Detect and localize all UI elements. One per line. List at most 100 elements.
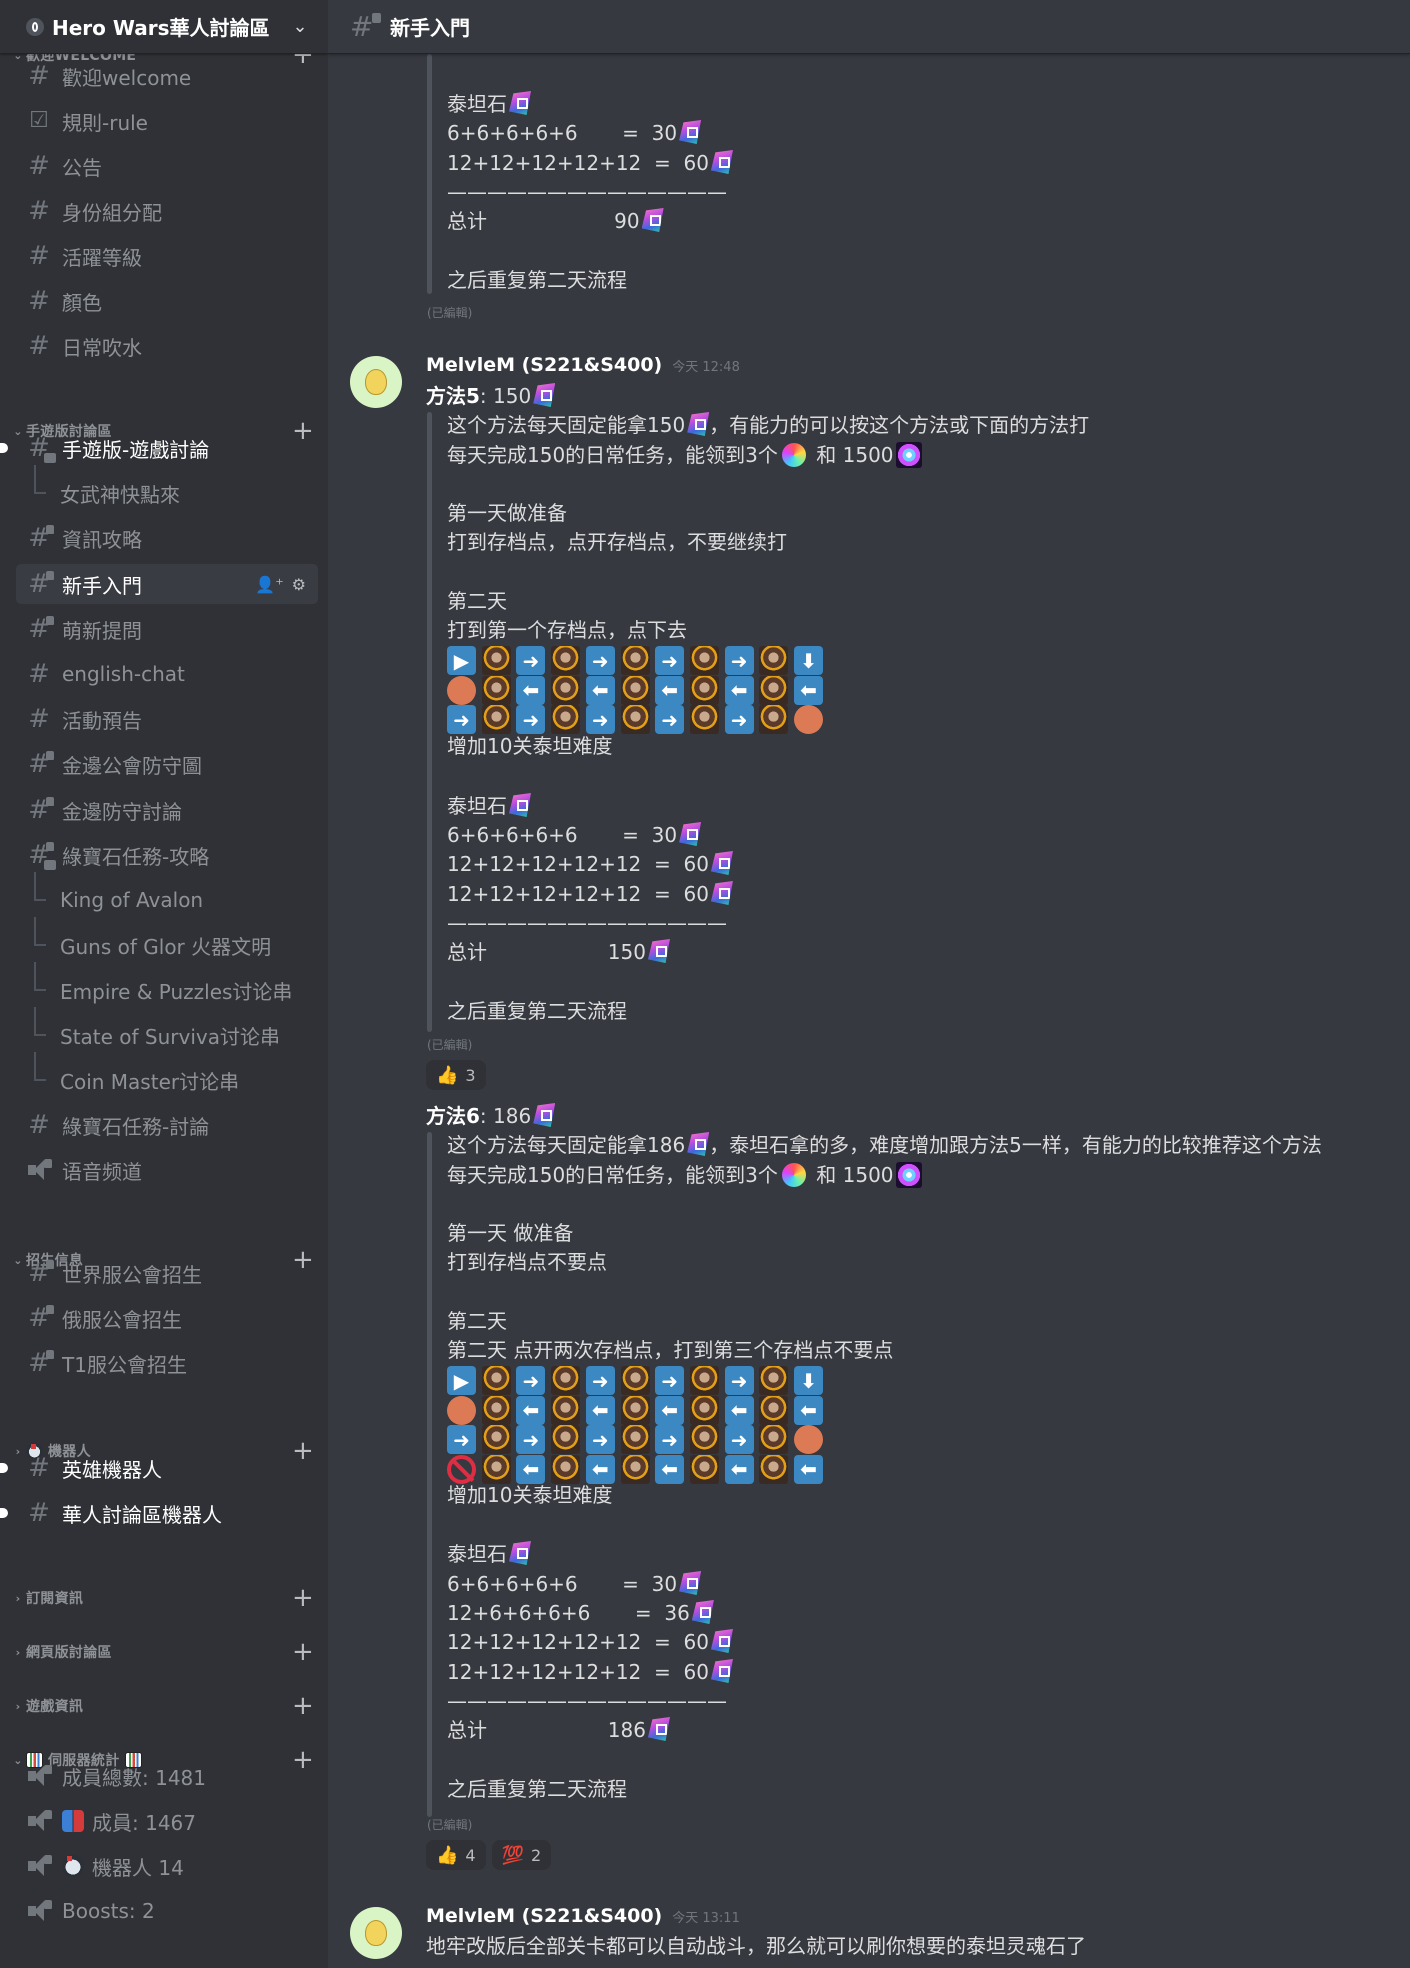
method-title-bold: 方法5: [426, 384, 480, 408]
category-subscriptions[interactable]: › 訂閱資訊 +: [0, 1585, 328, 1611]
server-header[interactable]: Hero Wars華人討論區 ⌄: [0, 0, 328, 54]
channel-label: 公告: [62, 155, 102, 180]
channel-label: 金邊防守討論: [62, 799, 182, 824]
channel-item[interactable]: # 俄服公會招生: [16, 1298, 318, 1338]
category-label: 遊戲資訊: [26, 1699, 84, 1715]
channel-item[interactable]: # 英雄機器人: [0, 1448, 318, 1488]
channel-item[interactable]: # 顏色: [16, 281, 318, 321]
channel-item[interactable]: Guns of Glor 火器文明: [28, 917, 318, 965]
chevron-down-icon[interactable]: ⌄: [288, 16, 312, 37]
channel-item[interactable]: 機器人 14: [16, 1846, 318, 1886]
channel-item[interactable]: 女武神快點來: [28, 465, 318, 513]
add-channel-icon[interactable]: +: [290, 1693, 316, 1719]
channel-item[interactable]: # english-chat: [16, 654, 318, 694]
down-arrow-icon: ⬇: [794, 646, 823, 675]
unread-indicator: [0, 443, 8, 453]
message-line: 12+12+12+12+12 = 60: [447, 1628, 733, 1657]
message-line: 每天完成150的日常任务，能领到3个 和 1500: [447, 441, 922, 470]
hashtag-lock-icon: #: [26, 1305, 54, 1331]
titan-stone-emoji-icon: [710, 851, 733, 875]
channel-item[interactable]: # 日常吹水: [16, 326, 318, 366]
author-name[interactable]: MelvleM (S221&S400): [426, 354, 662, 376]
add-channel-icon[interactable]: +: [290, 1585, 316, 1611]
channel-item[interactable]: # 活躍等級: [16, 236, 318, 276]
reaction-hundred-points[interactable]: 💯 2: [491, 1840, 552, 1870]
channel-item[interactable]: # T1服公會招生: [16, 1343, 318, 1383]
message-text: 第二天: [447, 589, 507, 613]
reaction-thumbs-up[interactable]: 👍 4: [426, 1840, 486, 1870]
message-line: 第一天做准备: [447, 499, 567, 528]
voice-lock-icon: [26, 1157, 52, 1183]
hashtag-lock-icon: #: [26, 525, 54, 551]
left-arrow-icon: ⬅: [516, 1395, 546, 1425]
chat-area: # 新手入門 泰坦石 6+6+6+6+6 = 30 12+12+12+12+12 =…: [328, 0, 1410, 1968]
channel-item[interactable]: Boosts: 2: [16, 1891, 318, 1931]
thumbs-up-emoji-icon: 👍: [436, 1844, 459, 1866]
titan-boss-emoji-icon: [759, 1454, 789, 1484]
right-arrow-icon: ➜: [516, 1425, 546, 1455]
channel-item[interactable]: 语音频道: [16, 1150, 318, 1190]
titan-stone-emoji-icon: [509, 1541, 531, 1565]
right-arrow-icon: ➜: [447, 705, 476, 735]
channel-item[interactable]: 成員總數: 1481: [16, 1756, 318, 1796]
play-arrow-icon: ▶: [447, 1366, 476, 1395]
message-line: 增加10关泰坦难度: [447, 1481, 612, 1510]
add-channel-icon[interactable]: +: [290, 1639, 316, 1665]
channel-item[interactable]: ☑ 規則-rule: [16, 101, 318, 141]
channel-item[interactable]: # 活動預告: [16, 699, 318, 739]
channel-item[interactable]: # 手遊版-遊戲討論: [0, 428, 318, 468]
egg-avatar-icon: [365, 369, 387, 395]
author-name[interactable]: MelvleM (S221&S400): [426, 1905, 662, 1927]
lock-icon: [44, 1159, 52, 1168]
channel-item[interactable]: # 綠寶石任務-攻略: [16, 835, 318, 875]
message-line: 这个方法每天固定能拿186 ，泰坦石拿的多，难度增加跟方法5一样，有能力的比较推荐…: [447, 1131, 1322, 1160]
lock-icon: [44, 1900, 52, 1909]
channel-item[interactable]: King of Avalon: [28, 872, 318, 920]
avatar[interactable]: [350, 1907, 402, 1959]
blockquote-bar: [427, 412, 432, 1032]
category-web-discussion[interactable]: › 網頁版討論區 +: [0, 1639, 328, 1665]
lock-icon: [46, 1350, 54, 1359]
create-invite-icon[interactable]: 👤⁺: [255, 575, 283, 594]
avatar[interactable]: [350, 356, 402, 408]
channel-label: 規則-rule: [62, 110, 148, 135]
message-text: 这个方法每天固定能拿150: [447, 413, 686, 437]
message-text: 12+12+12+12+12 = 60: [447, 1630, 709, 1654]
message-text: 总计 90: [447, 209, 640, 233]
channel-item-selected[interactable]: # 新手入門 👤⁺ ⚙: [16, 564, 318, 604]
channel-item[interactable]: # 資訊攻略: [16, 518, 318, 558]
channel-label: 華人討論區機器人: [62, 1502, 222, 1527]
thread-branch-icon: [28, 872, 46, 920]
titan-stone-emoji-icon: [509, 793, 531, 817]
channel-label: 新手入門: [62, 573, 142, 598]
hashtag-lock-icon: #: [26, 1350, 54, 1376]
category-game-info[interactable]: › 遊戲資訊 +: [0, 1693, 328, 1719]
message-line: 12+12+12+12+12 = 60: [447, 880, 733, 909]
channel-item[interactable]: # 金邊公會防守圖: [16, 744, 318, 784]
channel-item[interactable]: # 歡迎welcome: [16, 56, 318, 96]
channel-item[interactable]: Coin Master讨论串: [28, 1052, 318, 1100]
message-text: 总计 186: [447, 1718, 646, 1742]
channel-item[interactable]: # 綠寶石任務-討論: [16, 1105, 318, 1145]
channel-item[interactable]: # 華人討論區機器人: [0, 1493, 318, 1533]
channel-item[interactable]: # 世界服公會招生: [16, 1253, 318, 1293]
settings-gear-icon[interactable]: ⚙: [292, 575, 306, 594]
hashtag-lock-icon: #: [26, 616, 54, 642]
channel-item[interactable]: 成員: 1467: [16, 1801, 318, 1841]
message-line: 总计 150: [447, 938, 670, 967]
energy-orb-emoji-icon: [895, 442, 922, 468]
channel-item[interactable]: # 身份組分配: [16, 191, 318, 231]
channel-item[interactable]: State of Surviva讨论串: [28, 1007, 318, 1055]
channel-item[interactable]: # 萌新提問: [16, 609, 318, 649]
edited-label: (已編輯): [427, 1818, 473, 1832]
reaction-thumbs-up[interactable]: 👍 3: [426, 1060, 486, 1090]
channel-item[interactable]: # 金邊防守討論: [16, 790, 318, 830]
message-line: 泰坦石: [447, 1540, 531, 1569]
titan-boss-emoji-icon: [689, 1366, 719, 1395]
channel-item[interactable]: # 公告: [16, 146, 318, 186]
channel-item[interactable]: Empire & Puzzles讨论串: [28, 962, 318, 1010]
hundred-points-emoji-icon: 💯: [501, 1844, 525, 1866]
voice-lock-icon: [26, 1808, 52, 1834]
left-arrow-icon: ⬅: [794, 675, 823, 705]
message-line: 泰坦石: [447, 90, 531, 119]
